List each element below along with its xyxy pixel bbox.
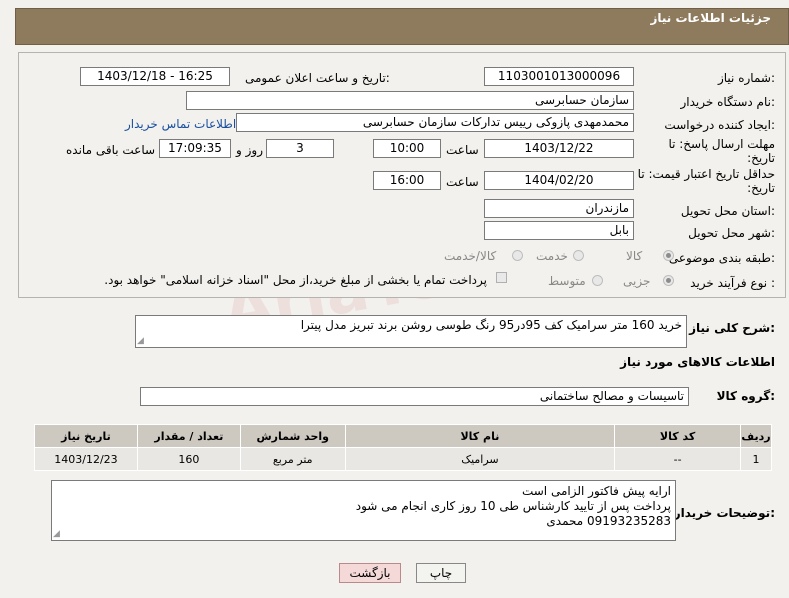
buyer-note-line: پرداخت پس از تایید کارشناس طی 10 روز کار… bbox=[355, 499, 671, 513]
buyer-contact-link[interactable]: اطلاعات تماس خریدار bbox=[125, 117, 236, 131]
buyer-notes-label: توضیحات خریدار: bbox=[673, 506, 775, 520]
goods-info-title: اطلاعات کالاهای مورد نیاز bbox=[620, 355, 775, 369]
col-unit: واحد شمارش bbox=[239, 424, 346, 448]
category-option-goods-service: کالا/خدمت bbox=[444, 249, 497, 263]
goods-group-label: گروه کالا: bbox=[716, 389, 775, 403]
cell-row-number: 1 bbox=[739, 447, 773, 471]
category-option-service: خدمت bbox=[536, 249, 568, 263]
need-number-field: 1103001013000096 bbox=[484, 67, 634, 86]
buyer-note-line: 09193235283 محمدی bbox=[546, 514, 671, 528]
buyer-org-label: نام دستگاه خریدار: bbox=[680, 95, 776, 109]
province-label: استان محل تحویل: bbox=[680, 204, 775, 218]
process-option-medium: متوسط bbox=[548, 274, 586, 288]
process-type-label: نوع فرآیند خرید : bbox=[690, 276, 775, 290]
goods-group-field: تاسیسات و مصالح ساختمانی bbox=[140, 387, 689, 406]
deadline-time-label: ساعت bbox=[446, 143, 479, 157]
table-row: 1403/12/23 160 متر مربع سرامیک -- 1 bbox=[34, 447, 773, 471]
process-radio-minor[interactable] bbox=[663, 275, 674, 286]
col-need-date: تاریخ نیاز bbox=[34, 424, 138, 448]
col-row-number: ردیف bbox=[739, 424, 773, 448]
validity-time-label: ساعت bbox=[446, 175, 479, 189]
creator-label: ایجاد کننده درخواست: bbox=[664, 118, 775, 132]
cell-need-date: 1403/12/23 bbox=[34, 447, 138, 471]
process-radio-medium[interactable] bbox=[592, 275, 603, 286]
table-header-row: تاریخ نیاز تعداد / مقدار واحد شمارش نام … bbox=[34, 424, 773, 448]
resize-handle-icon[interactable]: ◢ bbox=[53, 530, 62, 539]
validity-date-field: 1404/02/20 bbox=[484, 171, 634, 190]
col-quantity: تعداد / مقدار bbox=[136, 424, 241, 448]
remaining-time-field: 17:09:35 bbox=[159, 139, 231, 158]
cell-item-name: سرامیک bbox=[344, 447, 616, 471]
page-title: جزئیات اطلاعات نیاز bbox=[650, 11, 771, 25]
category-option-goods: کالا bbox=[626, 249, 643, 263]
days-label: روز و bbox=[236, 143, 263, 157]
cell-quantity: 160 bbox=[136, 447, 241, 471]
need-number-label: شماره نیاز: bbox=[717, 71, 775, 85]
deadline-time-field: 10:00 bbox=[373, 139, 441, 158]
days-remaining-field: 3 bbox=[266, 139, 334, 158]
buyer-notes-textarea[interactable]: ارایه پیش فاکتور الزامی است پرداخت پس از… bbox=[51, 480, 676, 541]
col-item-code: کد کالا bbox=[614, 424, 741, 448]
treasury-payment-checkbox[interactable] bbox=[496, 272, 507, 283]
creator-field: محمدمهدی پازوکی رییس تدارکات سازمان حساب… bbox=[236, 113, 634, 132]
validity-time-field: 16:00 bbox=[373, 171, 441, 190]
deadline-date-field: 1403/12/22 bbox=[484, 139, 634, 158]
announce-label: تاریخ و ساعت اعلان عمومی: bbox=[245, 71, 390, 85]
description-label: شرح کلی نیاز: bbox=[689, 321, 775, 335]
category-radio-goods-service[interactable] bbox=[512, 250, 523, 261]
back-button[interactable]: بازگشت bbox=[339, 563, 401, 583]
print-button[interactable]: چاپ bbox=[416, 563, 466, 583]
buyer-note-line: ارایه پیش فاکتور الزامی است bbox=[521, 484, 671, 498]
cell-item-code: -- bbox=[614, 447, 741, 471]
goods-table: تاریخ نیاز تعداد / مقدار واحد شمارش نام … bbox=[34, 424, 773, 471]
buyer-org-field: سازمان حسابرسی bbox=[186, 91, 634, 110]
resize-handle-icon[interactable]: ◢ bbox=[137, 337, 146, 346]
province-field: مازندران bbox=[484, 199, 634, 218]
category-radio-service[interactable] bbox=[573, 250, 584, 261]
remaining-time-label: ساعت باقی مانده bbox=[66, 143, 156, 157]
category-radio-goods[interactable] bbox=[663, 250, 674, 261]
description-textarea[interactable]: خرید 160 متر سرامیک کف 95در95 رنگ طوسی ر… bbox=[135, 315, 687, 348]
validity-label: حداقل تاریخ اعتبار قیمت: تا تاریخ: bbox=[637, 167, 775, 195]
city-label: شهر محل تحویل: bbox=[688, 226, 775, 240]
process-option-minor: جزیی bbox=[623, 274, 651, 288]
col-item-name: نام کالا bbox=[344, 424, 616, 448]
treasury-payment-note: پرداخت تمام یا بخشی از مبلغ خرید،از محل … bbox=[104, 273, 487, 287]
cell-unit: متر مربع bbox=[239, 447, 346, 471]
category-label: طبقه بندی موضوعی: bbox=[668, 251, 775, 265]
announce-field: 1403/12/18 - 16:25 bbox=[80, 67, 230, 86]
city-field: بابل bbox=[484, 221, 634, 240]
deadline-label: مهلت ارسال پاسخ: تا تاریخ: bbox=[668, 137, 775, 165]
